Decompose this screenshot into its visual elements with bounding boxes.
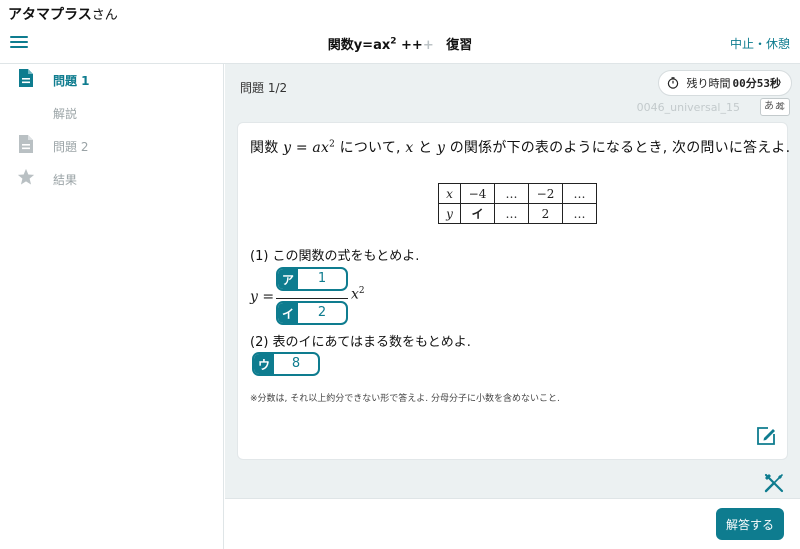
document-icon (19, 135, 33, 153)
answer-input-u[interactable]: ウ 8 (252, 352, 320, 376)
question-text-part: と (413, 140, 437, 156)
table-cell: … (494, 183, 529, 204)
answer-tag: イ (278, 303, 298, 323)
sidebar-item-label: 結果 (53, 173, 78, 187)
sub-question-2: (2) 表のイにあてはまる数をもとめよ. (250, 335, 471, 350)
table-cell: −2 (528, 183, 563, 204)
main-area: 問題 1/2 残り時間 00分53秒 0046_universal_15 あぁ ↕… (225, 64, 800, 498)
user-name: アタマプラスさん (8, 4, 118, 24)
sidebar-item-explanation[interactable]: 解説 (0, 97, 224, 127)
sub-question-1: (1) この関数の式をもとめよ. (250, 249, 420, 264)
table-cell: … (562, 183, 597, 204)
sidebar-item-problem-1[interactable]: 問題 1 (0, 64, 224, 94)
sidebar-item-label: 問題 1 (53, 74, 90, 88)
timer-value: 00分53秒 (732, 77, 782, 90)
timer-badge: 残り時間 00分53秒 (657, 70, 792, 96)
sidebar-item-problem-2[interactable]: 問題 2 (0, 130, 224, 160)
formula-lhs: y = (250, 289, 274, 305)
math-var: y (250, 289, 258, 305)
sidebar-item-result[interactable]: 結果 (0, 163, 224, 193)
answer-tag: ウ (254, 354, 274, 374)
title-main: 関数y=ax (327, 38, 391, 53)
math-var: y (436, 140, 446, 156)
problem-id: 0046_universal_15 (636, 101, 740, 114)
question-text-part: の関係が下の表のようになるとき, 次の問いに答えよ. (445, 140, 791, 156)
user-name-suffix: さん (91, 8, 118, 23)
submit-answer-button[interactable]: 解答する (716, 508, 784, 540)
stopwatch-icon (667, 77, 678, 89)
answer-value: 8 (291, 356, 301, 371)
edit-note-icon[interactable] (755, 425, 777, 447)
question-text-part: について, (335, 140, 406, 156)
answer-value: 2 (317, 305, 327, 320)
sidebar: 問題 1 解説 問題 2 結果 (0, 64, 224, 549)
table-header-cell: x (438, 183, 461, 204)
value-table: x −4 … −2 … y イ … 2 … (438, 183, 597, 224)
tools-icon[interactable] (763, 472, 785, 494)
table-row: x −4 … −2 … (438, 183, 597, 204)
sidebar-item-label: 解説 (53, 107, 78, 121)
answer-tag: ア (278, 269, 298, 289)
math-var: y (283, 140, 292, 156)
title-mode: 復習 (446, 38, 473, 53)
question-number: 問題 1/2 (240, 81, 288, 95)
answer-note: ※分数は, それ以上約分できない形で答えよ. 分母分子に小数を含めないこと. (250, 394, 560, 404)
user-name-text: アタマプラス (8, 7, 92, 23)
title-plus-dim: + (422, 38, 434, 53)
question-text: 関数 y = ax2 について, x と y の関係が下の表のようになるとき, … (250, 137, 790, 157)
star-icon (17, 168, 35, 185)
table-cell: … (494, 203, 529, 224)
answer-input-i[interactable]: イ 2 (276, 301, 348, 325)
math-var: x (351, 286, 359, 303)
question-card: 関数 y = ax 2 について, x と y の関係が下の表のようになるとき, … (237, 122, 790, 460)
question-text-part: 関数 (250, 140, 279, 156)
table-cell: イ (460, 203, 495, 224)
answer-value: 1 (317, 271, 327, 286)
quit-break-button[interactable]: 中止・休憩 (730, 35, 790, 52)
table-cell: 2 (528, 203, 563, 224)
sidebar-item-label: 問題 2 (53, 140, 89, 154)
table-cell: −4 (460, 183, 495, 204)
page-title: 関数y=ax2 +++ 復習 (0, 34, 800, 53)
table-row: y イ … 2 … (438, 203, 597, 224)
math-eq: = (291, 140, 313, 156)
table-header-cell: y (438, 203, 461, 224)
resize-arrow-icon: ↕ (777, 100, 787, 113)
timer-label: 残り時間 (686, 77, 731, 90)
title-sup: 2 (390, 36, 397, 47)
math-eq: = (257, 289, 275, 305)
formula-rhs: x2 (351, 286, 365, 303)
math-var: ax (312, 140, 330, 156)
top-bar: アタマプラスさん 関数y=ax2 +++ 復習 中止・休憩 (0, 0, 800, 64)
document-icon (19, 69, 33, 87)
font-size-toggle[interactable]: あぁ ↕ (760, 98, 790, 116)
bottom-bar: 解答する (225, 498, 800, 549)
title-plus-filled: ++ (401, 38, 423, 53)
answer-input-a[interactable]: ア 1 (276, 267, 348, 291)
fraction-bar (276, 298, 348, 299)
math-sup: 2 (358, 286, 365, 296)
table-cell: … (562, 203, 597, 224)
